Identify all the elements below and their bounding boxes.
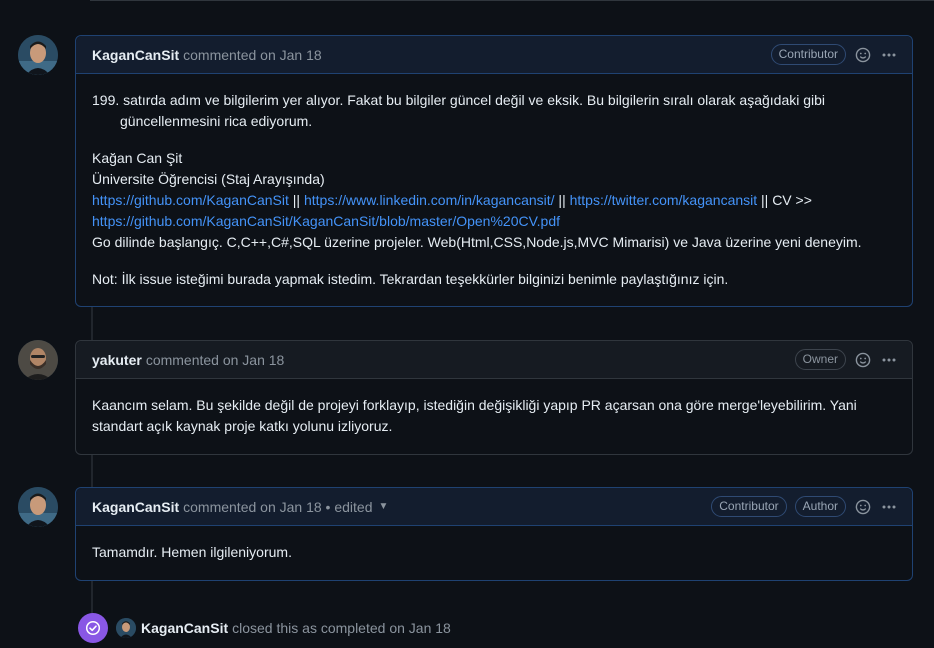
twitter-link[interactable]: https://twitter.com/kagancansit (570, 192, 758, 208)
smiley-icon[interactable] (854, 498, 872, 516)
note-line: Not: İlk issue isteğimi burada yapmak is… (92, 271, 729, 287)
paragraph: Tamamdır. Hemen ilgileniyorum. (92, 544, 292, 560)
timeline-line (91, 306, 93, 341)
edit-history-dropdown-icon[interactable]: ▼ (378, 501, 388, 512)
cv-link[interactable]: https://github.com/KaganCanSit/KaganCanS… (92, 213, 560, 229)
comment-author-link[interactable]: KaganCanSit (92, 47, 179, 63)
avatar-kagancansit[interactable] (18, 487, 58, 527)
comment-author-link[interactable]: KaganCanSit (92, 499, 179, 515)
contributor-badge: Contributor (711, 496, 787, 517)
contributor-badge: Contributor (770, 44, 846, 65)
comment-header: KaganCanSit commented on Jan 18 • edited… (76, 488, 912, 526)
timeline-closed-event: KaganCanSit closed this as completed on … (78, 613, 451, 643)
avatar-yakuter[interactable] (18, 340, 58, 380)
role-line: Üniversite Öğrencisi (Staj Arayışında) (92, 171, 325, 187)
smiley-icon[interactable] (854, 351, 872, 369)
comment-card: KaganCanSit commented on Jan 18 Contribu… (75, 35, 913, 307)
kebab-horizontal-icon[interactable] (880, 351, 898, 369)
event-text: closed this as completed on Jan 18 (232, 620, 451, 636)
name-line: Kağan Can Şit (92, 150, 183, 166)
timeline-line (91, 454, 93, 488)
paragraph: Kaancım selam. Bu şekilde değil de proje… (92, 397, 857, 413)
cv-label: || CV >> (757, 192, 812, 208)
comment-card: KaganCanSit commented on Jan 18 • edited… (75, 487, 913, 581)
top-divider (90, 0, 934, 1)
comment-author-link[interactable]: yakuter (92, 352, 142, 368)
author-badge: Author (794, 496, 846, 517)
avatar-kagancansit[interactable] (18, 35, 58, 75)
cv-line: https://github.com/KaganCanSit/KaganCanS… (92, 211, 896, 232)
event-actor-link[interactable]: KaganCanSit (141, 620, 228, 636)
comment-card: yakuter commented on Jan 18 Owner Kaancı… (75, 340, 913, 455)
separator: || (554, 192, 570, 208)
check-circle-icon (78, 613, 108, 643)
kebab-horizontal-icon[interactable] (880, 46, 898, 64)
github-link[interactable]: https://github.com/KaganCanSit (92, 192, 289, 208)
comment-timestamp-link[interactable]: commented on Jan 18 (183, 47, 322, 63)
timeline-line (91, 580, 93, 614)
comment-timestamp-link[interactable]: commented on Jan 18 • edited (183, 499, 372, 515)
comment-body: 199. satırda adım ve bilgilerim yer alıy… (76, 74, 912, 304)
skills-line: Go dilinde başlangıç. C,C++,C#,SQL üzeri… (92, 234, 862, 250)
paragraph: standart açık kaynak proje katkı yolunu … (92, 418, 393, 434)
paragraph: 199. satırda adım ve bilgilerim yer alıy… (92, 92, 826, 108)
comment-header: yakuter commented on Jan 18 Owner (76, 341, 912, 379)
kebab-horizontal-icon[interactable] (880, 498, 898, 516)
comment-body: Kaancım selam. Bu şekilde değil de proje… (76, 379, 912, 451)
smiley-icon[interactable] (854, 46, 872, 64)
links-line: https://github.com/KaganCanSit || https:… (92, 190, 896, 211)
paragraph: güncellenmesini rica ediyorum. (120, 113, 313, 129)
comment-body: Tamamdır. Hemen ilgileniyorum. (76, 526, 912, 577)
avatar-kagancansit-small[interactable] (116, 618, 136, 638)
owner-badge: Owner (794, 349, 846, 370)
comment-timestamp-link[interactable]: commented on Jan 18 (146, 352, 285, 368)
separator: || (288, 192, 304, 208)
linkedin-link[interactable]: https://www.linkedin.com/in/kagancansit/ (304, 192, 555, 208)
comment-header: KaganCanSit commented on Jan 18 Contribu… (76, 36, 912, 74)
